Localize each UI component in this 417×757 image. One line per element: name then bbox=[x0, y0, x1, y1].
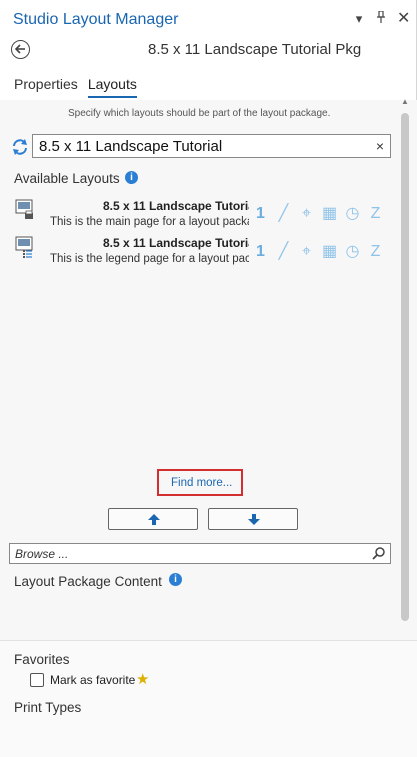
browse-placeholder: Browse ... bbox=[15, 547, 69, 561]
title-bar-icons: ▾ ✕ bbox=[353, 10, 411, 26]
refresh-icon[interactable] bbox=[11, 138, 29, 156]
package-title: 8.5 x 11 Landscape Tutorial Pkg bbox=[148, 41, 362, 58]
info-icon[interactable]: i bbox=[169, 573, 182, 586]
move-up-button[interactable] bbox=[108, 508, 198, 530]
info-icon[interactable]: i bbox=[125, 171, 138, 184]
layout-row-actions: 1 ╱ ⌖ ▦ ◷ Z bbox=[252, 205, 384, 222]
sort-icon[interactable]: Z bbox=[367, 205, 384, 222]
arrow-down-icon bbox=[248, 514, 260, 525]
pin-icon[interactable] bbox=[375, 10, 387, 26]
clock-icon[interactable]: ◷ bbox=[344, 243, 361, 260]
available-layouts-label: Available Layouts bbox=[14, 171, 120, 186]
scroll-thumb[interactable] bbox=[401, 113, 409, 621]
locate-icon[interactable]: ⌖ bbox=[298, 205, 315, 222]
layout-row-actions: 1 ╱ ⌖ ▦ ◷ Z bbox=[252, 243, 384, 260]
layout-thumbnail-icon bbox=[15, 199, 33, 219]
layout-thumbnail-icon bbox=[15, 236, 33, 258]
edit-icon[interactable]: ╱ bbox=[275, 243, 292, 260]
arrow-left-icon bbox=[14, 44, 25, 54]
page-count: 1 bbox=[256, 243, 265, 260]
tab-layouts[interactable]: Layouts bbox=[87, 76, 137, 98]
print-types-label: Print Types bbox=[14, 700, 82, 715]
scroll-up-icon[interactable]: ▲ bbox=[401, 97, 409, 106]
studio-layout-manager-pane: Studio Layout Manager ▾ ✕ 8.5 x 11 Lands… bbox=[0, 0, 417, 757]
layout-search-input[interactable]: 8.5 x 11 Landscape Tutorial × bbox=[32, 134, 391, 158]
page-count: 1 bbox=[256, 205, 265, 222]
find-more-highlight: Find more... bbox=[157, 469, 243, 496]
grid-icon[interactable]: ▦ bbox=[321, 205, 338, 222]
edit-icon[interactable]: ╱ bbox=[275, 205, 292, 222]
clear-icon[interactable]: × bbox=[376, 138, 384, 154]
layout-name: 8.5 x 11 Landscape Tutorial bbox=[103, 236, 249, 250]
layout-description: This is the main page for a layout packa… bbox=[50, 216, 249, 228]
mark-favorite-label[interactable]: Mark as favorite bbox=[50, 673, 135, 687]
dropdown-icon[interactable]: ▾ bbox=[353, 11, 365, 26]
layout-row[interactable]: 8.5 x 11 Landscape Tutorial This is the … bbox=[13, 199, 249, 235]
find-more-link[interactable]: Find more... bbox=[171, 477, 232, 489]
close-icon[interactable]: ✕ bbox=[397, 10, 410, 26]
layout-row[interactable]: 8.5 x 11 Landscape Tutorial This is the … bbox=[13, 236, 249, 272]
pane-title: Studio Layout Manager bbox=[13, 11, 179, 28]
mark-favorite-checkbox[interactable] bbox=[30, 673, 44, 687]
clock-icon[interactable]: ◷ bbox=[344, 205, 361, 222]
arrow-up-icon bbox=[148, 514, 160, 525]
layout-name: 8.5 x 11 Landscape Tutorial bbox=[103, 199, 249, 213]
move-down-button[interactable] bbox=[208, 508, 298, 530]
vertical-scrollbar[interactable]: ▲ bbox=[401, 97, 409, 643]
favorites-label: Favorites bbox=[14, 652, 70, 667]
grid-icon[interactable]: ▦ bbox=[321, 243, 338, 260]
layout-description: This is the legend page for a layout pac… bbox=[50, 253, 249, 265]
back-button[interactable] bbox=[11, 40, 30, 59]
locate-icon[interactable]: ⌖ bbox=[298, 243, 315, 260]
browse-input[interactable]: Browse ... bbox=[9, 543, 391, 564]
star-icon: ★ bbox=[136, 671, 150, 688]
layout-package-content-label: Layout Package Content bbox=[14, 574, 162, 589]
sort-icon[interactable]: Z bbox=[367, 243, 384, 260]
layouts-hint-text: Specify which layouts should be part of … bbox=[68, 108, 331, 119]
tab-properties[interactable]: Properties bbox=[14, 76, 78, 98]
title-bar: Studio Layout Manager ▾ ✕ bbox=[0, 0, 417, 36]
search-value: 8.5 x 11 Landscape Tutorial bbox=[39, 138, 223, 155]
tab-strip: Properties Layouts bbox=[14, 76, 137, 98]
search-icon[interactable] bbox=[372, 547, 385, 560]
